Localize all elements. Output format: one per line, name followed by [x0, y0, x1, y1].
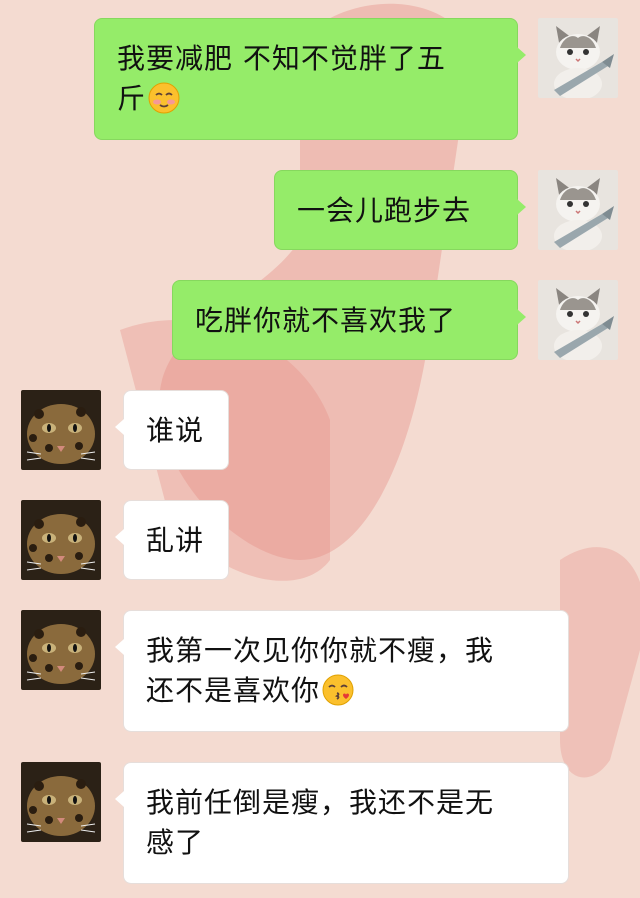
message-text: 感了: [146, 826, 205, 859]
sent-message-bubble[interactable]: 一会儿跑步去: [274, 170, 526, 250]
leopard-cat-avatar[interactable]: [21, 610, 101, 690]
kissing-emoji: [322, 674, 354, 706]
message-text: 吃胖你就不喜欢我了: [195, 304, 457, 337]
message-text: 我第一次见你你就不瘦，我: [146, 634, 495, 667]
message-text: 谁说: [146, 414, 205, 447]
cat-with-fish-avatar[interactable]: [538, 18, 618, 98]
sent-message-bubble[interactable]: 吃胖你就不喜欢我了: [172, 280, 526, 360]
sent-message-bubble[interactable]: 我要减肥 不知不觉胖了五 斤: [94, 18, 526, 140]
message-text: 我前任倒是瘦，我还不是无: [146, 786, 495, 819]
message-text: 还不是喜欢你: [146, 671, 546, 711]
message-text: 乱讲: [146, 524, 205, 557]
message-text: 斤: [117, 79, 495, 119]
leopard-cat-avatar[interactable]: [21, 762, 101, 842]
leopard-cat-avatar[interactable]: [21, 500, 101, 580]
smiling-blush-emoji: [148, 82, 180, 114]
leopard-cat-avatar[interactable]: [21, 390, 101, 470]
received-message-bubble[interactable]: 乱讲: [115, 500, 229, 580]
received-message-bubble[interactable]: 我第一次见你你就不瘦，我 还不是喜欢你: [115, 610, 569, 732]
cat-with-fish-avatar[interactable]: [538, 170, 618, 250]
cat-with-fish-avatar[interactable]: [538, 280, 618, 360]
message-text: 一会儿跑步去: [297, 194, 472, 227]
received-message-bubble[interactable]: 谁说: [115, 390, 229, 470]
message-text: 我要减肥 不知不觉胖了五: [117, 42, 446, 75]
received-message-bubble[interactable]: 我前任倒是瘦，我还不是无 感了: [115, 762, 569, 884]
